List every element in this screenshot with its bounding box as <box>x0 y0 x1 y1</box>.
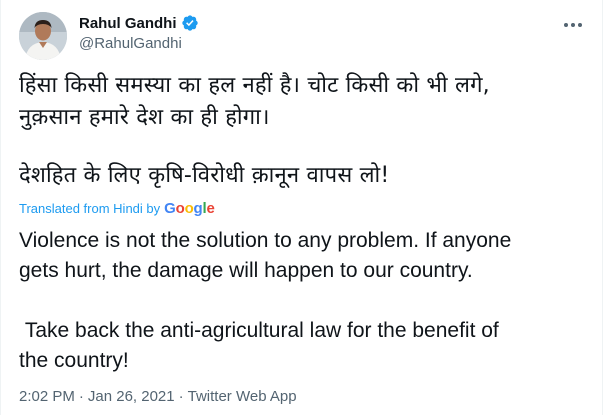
tweet-time[interactable]: 2:02 PM <box>19 388 75 405</box>
google-logo: Google <box>164 200 215 217</box>
tweet-english-line: the country! <box>19 349 129 372</box>
meta-separator: · <box>178 388 184 405</box>
tweet-english-line: gets hurt, the damage will happen to our… <box>19 259 473 282</box>
translation-attribution[interactable]: Translated from Hindi by Google <box>19 200 215 217</box>
tweet-hindi-line: देशहित के लिए कृषि-विरोधी क़ानून वापस लो… <box>19 163 390 188</box>
tweet-original-text: हिंसा किसी समस्या का हल नहीं है। चोट किस… <box>19 70 589 192</box>
meta-separator: · <box>78 388 84 405</box>
tweet-hindi-line: हिंसा किसी समस्या का हल नहीं है। चोट किस… <box>19 73 490 98</box>
author-handle[interactable]: @RahulGandhi <box>79 35 182 52</box>
tweet-date[interactable]: Jan 26, 2021 <box>88 388 175 405</box>
tweet-card: Rahul Gandhi @RahulGandhi हिंसा किसी समस… <box>0 0 603 415</box>
author-name-row: Rahul Gandhi <box>79 14 199 32</box>
tweet-english-line: Violence is not the solution to any prob… <box>19 229 512 252</box>
tweet-source[interactable]: Twitter Web App <box>188 388 297 405</box>
google-logo-letter: G <box>164 200 176 217</box>
verified-badge-icon <box>181 14 199 32</box>
translated-label: Translated from Hindi by <box>19 201 161 216</box>
avatar[interactable] <box>19 12 67 60</box>
google-logo-letter: o <box>184 200 194 217</box>
google-logo-letter: e <box>206 200 215 217</box>
tweet-hindi-line: नुक़सान हमारे देश का ही होगा। <box>19 105 270 130</box>
google-logo-letter: g <box>193 200 203 217</box>
google-logo-letter: o <box>175 200 185 217</box>
author-display-name[interactable]: Rahul Gandhi <box>79 15 177 32</box>
tweet-english-line: Take back the anti-agricultural law for … <box>19 319 499 342</box>
more-horizontal-icon[interactable] <box>562 14 584 36</box>
tweet-translated-text: Violence is not the solution to any prob… <box>19 226 589 376</box>
profile-photo <box>19 12 67 60</box>
tweet-metadata: 2:02 PM · Jan 26, 2021 · Twitter Web App <box>19 388 297 405</box>
